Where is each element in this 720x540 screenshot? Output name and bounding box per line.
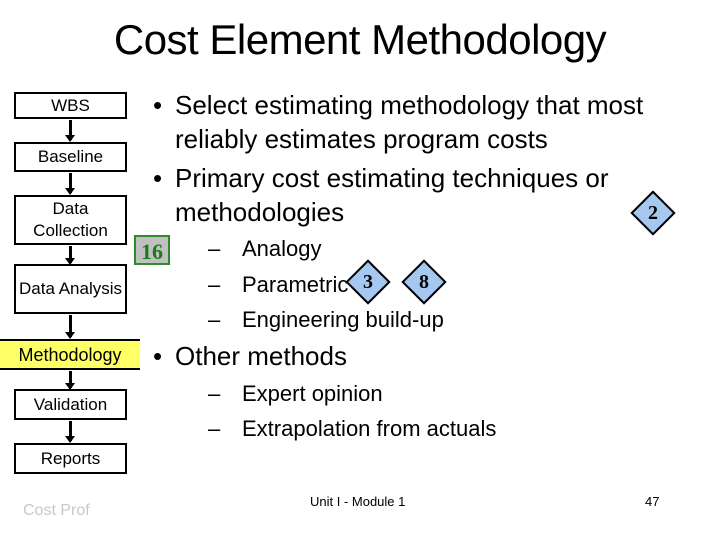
footer-center: Unit I - Module 1 <box>310 494 406 509</box>
dash-icon: – <box>208 416 221 441</box>
footer-left: Cost Prof <box>23 502 90 519</box>
bullet-item: • Other methods <box>153 341 347 371</box>
flow-box-methodology: Methodology <box>0 339 140 370</box>
sub-item: – Analogy <box>208 232 322 266</box>
flow-box-validation: Validation <box>14 389 127 420</box>
reference-diamond-badge: 3 <box>345 259 391 305</box>
dash-icon: – <box>208 307 221 332</box>
bullet-item: • Select estimating methodology that mos… <box>153 90 644 154</box>
bullet-dot-icon: • <box>153 341 163 371</box>
flow-box-data-collection: Data Collection <box>14 195 127 245</box>
flow-arrow <box>65 315 75 339</box>
page-number: 47 <box>645 494 660 509</box>
flow-arrow <box>65 421 75 443</box>
flow-arrow <box>65 120 75 142</box>
sub-item: – Engineering build-up <box>208 303 444 337</box>
flow-arrow <box>65 246 75 265</box>
slide-title: Cost Element Methodology <box>113 16 607 63</box>
flow-arrow <box>65 371 75 390</box>
dash-icon: – <box>208 272 221 297</box>
flow-box-wbs: WBS <box>14 92 127 119</box>
reference-diamond-badge: 2 <box>630 190 676 236</box>
flow-box-data-analysis: Data Analysis <box>14 264 127 314</box>
flow-box-reports: Reports <box>14 443 127 474</box>
bullet-item: • Primary cost estimating techniques or … <box>153 163 609 227</box>
sub-item: – Extrapolation from actuals <box>208 412 496 446</box>
reference-badge-square: 16 <box>134 235 170 265</box>
dash-icon: – <box>208 236 221 261</box>
reference-diamond-badge: 8 <box>401 259 447 305</box>
sub-item: – Parametric <box>208 268 348 302</box>
flow-arrow <box>65 173 75 195</box>
dash-icon: – <box>208 381 221 406</box>
bullet-dot-icon: • <box>153 90 163 120</box>
bullet-dot-icon: • <box>153 163 163 193</box>
flow-box-baseline: Baseline <box>14 142 127 172</box>
sub-item: – Expert opinion <box>208 377 383 411</box>
